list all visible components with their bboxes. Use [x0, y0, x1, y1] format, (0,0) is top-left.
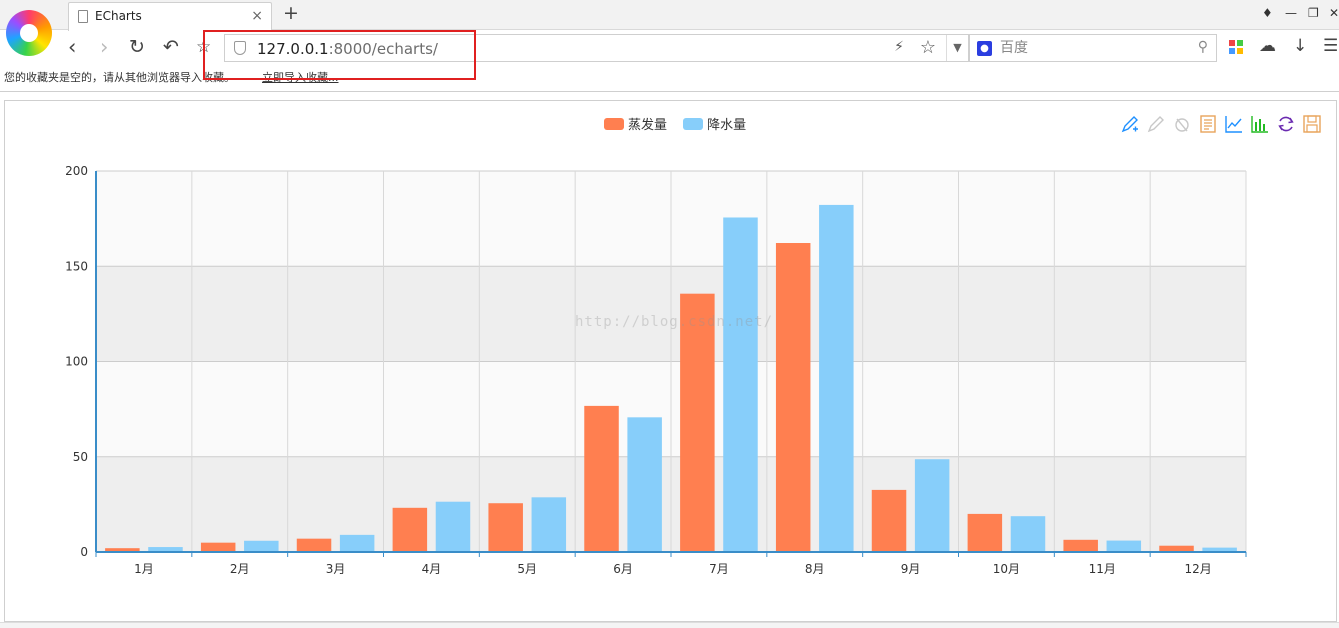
page-bottom-edge — [0, 622, 1339, 628]
x-tick-label: 7月 — [709, 562, 729, 576]
bar[interactable] — [488, 503, 523, 552]
y-tick-label: 200 — [65, 164, 88, 178]
legend-label: 降水量 — [707, 118, 747, 133]
y-tick-label: 50 — [73, 450, 88, 464]
legend-label: 蒸发量 — [628, 118, 668, 133]
bar[interactable] — [723, 217, 758, 552]
x-tick-label: 1月 — [134, 562, 154, 576]
bar[interactable] — [584, 405, 619, 552]
bar[interactable] — [200, 542, 236, 552]
bar[interactable] — [819, 204, 854, 552]
legend-item-precipitation[interactable]: 降水量 — [683, 114, 746, 133]
restore-icon[interactable] — [1276, 114, 1296, 134]
bar[interactable] — [1063, 539, 1098, 552]
x-tick-label: 4月 — [422, 562, 442, 576]
legend-item-evaporation[interactable]: 蒸发量 — [604, 114, 667, 133]
bar[interactable] — [775, 243, 811, 552]
bar[interactable] — [1010, 516, 1046, 552]
y-tick-label: 100 — [65, 355, 88, 369]
x-tick-label: 11月 — [1089, 562, 1116, 576]
y-tick-label: 0 — [80, 545, 88, 559]
x-tick-label: 10月 — [993, 562, 1020, 576]
bar-chart-icon[interactable] — [1250, 114, 1270, 134]
mark-clear-icon[interactable] — [1172, 114, 1192, 134]
bar[interactable] — [967, 513, 1003, 552]
mark-undo-icon[interactable] — [1146, 114, 1166, 134]
y-tick-label: 150 — [65, 259, 88, 273]
legend-swatch — [683, 118, 704, 130]
bar[interactable] — [531, 497, 567, 552]
bar[interactable] — [871, 489, 907, 552]
bar[interactable] — [1106, 540, 1142, 552]
bar[interactable] — [435, 501, 471, 552]
bar[interactable] — [680, 293, 715, 552]
save-image-icon[interactable] — [1302, 114, 1322, 134]
bar[interactable] — [296, 538, 332, 552]
x-tick-label: 2月 — [230, 562, 250, 576]
x-tick-label: 8月 — [805, 562, 825, 576]
bar[interactable] — [244, 540, 279, 552]
x-tick-label: 9月 — [901, 562, 921, 576]
browser-logo[interactable] — [6, 10, 52, 56]
x-tick-label: 3月 — [326, 562, 346, 576]
legend-swatch — [604, 118, 624, 130]
bar[interactable] — [914, 459, 950, 552]
bar[interactable] — [392, 507, 428, 552]
chart-legend: 蒸发量 降水量 — [604, 114, 758, 133]
bar[interactable] — [339, 534, 375, 552]
bar-chart: 0 50 100 150 200 1月 2月 3月 4月 5月 6月 7月 8月 9月 10月 11月 12月 — [65, 164, 1247, 576]
mark-icon[interactable] — [1120, 114, 1140, 134]
x-tick-label: 6月 — [613, 562, 633, 576]
line-chart-icon[interactable] — [1224, 114, 1244, 134]
bar[interactable] — [627, 417, 662, 552]
data-view-icon[interactable] — [1198, 114, 1218, 134]
x-tick-label: 12月 — [1184, 562, 1211, 576]
x-tick-label: 5月 — [517, 562, 537, 576]
